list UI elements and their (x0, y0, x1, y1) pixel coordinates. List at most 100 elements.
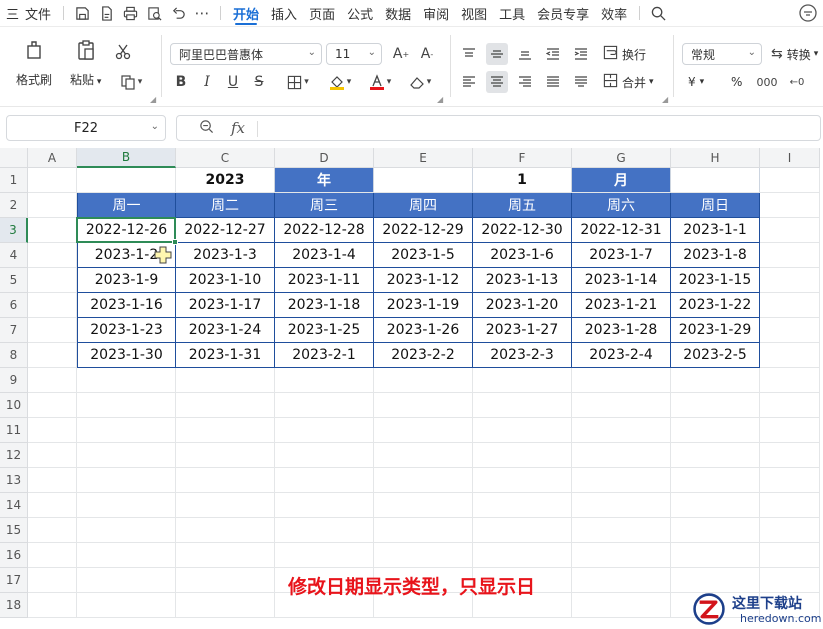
formula-input[interactable]: fx (176, 115, 821, 141)
account-icon[interactable] (799, 4, 817, 22)
cell-h15[interactable] (671, 518, 760, 543)
file-menu[interactable]: 三 文件 (0, 0, 57, 26)
date-cell[interactable]: 2023-1-25 (275, 318, 374, 343)
distributed-icon[interactable] (570, 71, 592, 93)
increase-indent-icon[interactable] (570, 43, 592, 65)
cell-e14[interactable] (374, 493, 473, 518)
tab-insert[interactable]: 插入 (265, 0, 303, 26)
cell-h14[interactable] (671, 493, 760, 518)
cell-g12[interactable] (572, 443, 671, 468)
cell-f14[interactable] (473, 493, 572, 518)
dialog-launcher-icon[interactable]: ◢ (662, 95, 668, 104)
column-header-i[interactable]: I (760, 148, 820, 168)
cell-b16[interactable] (77, 543, 176, 568)
tab-formula[interactable]: 公式 (341, 0, 379, 26)
row-header-9[interactable]: 9 (0, 368, 28, 393)
cell-c11[interactable] (176, 418, 275, 443)
cell-g10[interactable] (572, 393, 671, 418)
row-header-14[interactable]: 14 (0, 493, 28, 518)
row-header-2[interactable]: 2 (0, 193, 28, 218)
spreadsheet-grid[interactable]: A B C D E F G H I 1 2 3 4 5 6 7 8 9 10 11 12 13 14 15 16 17 18 2023… (0, 148, 823, 629)
cell-d15[interactable] (275, 518, 374, 543)
column-header-g[interactable]: G (572, 148, 671, 168)
cell-h9[interactable] (671, 368, 760, 393)
dialog-launcher-icon[interactable]: ◢ (150, 95, 156, 104)
cut-icon[interactable] (112, 41, 134, 63)
cell-i6[interactable] (760, 293, 820, 318)
weekday-header[interactable]: 周日 (671, 193, 760, 218)
cell-i1[interactable] (760, 168, 820, 193)
wrap-text-button[interactable]: 换行 (603, 43, 646, 65)
cell-e12[interactable] (374, 443, 473, 468)
percent-button[interactable]: % (731, 71, 742, 93)
select-all-corner[interactable] (0, 148, 28, 168)
cell-g14[interactable] (572, 493, 671, 518)
cell-c13[interactable] (176, 468, 275, 493)
date-cell[interactable]: 2023-2-5 (671, 343, 760, 368)
copy-button[interactable]: ▾ (114, 71, 148, 93)
tab-tools[interactable]: 工具 (493, 0, 531, 26)
tab-view[interactable]: 视图 (455, 0, 493, 26)
cell-i9[interactable] (760, 368, 820, 393)
fill-color-button[interactable]: ▾ (324, 71, 356, 93)
align-bottom-icon[interactable] (514, 43, 536, 65)
date-cell[interactable]: 2022-12-26 (77, 218, 176, 243)
cell-b12[interactable] (77, 443, 176, 468)
date-cell[interactable]: 2023-1-6 (473, 243, 572, 268)
cell-i7[interactable] (760, 318, 820, 343)
cell-i14[interactable] (760, 493, 820, 518)
cell-f10[interactable] (473, 393, 572, 418)
cell-b15[interactable] (77, 518, 176, 543)
cell-a11[interactable] (28, 418, 77, 443)
convert-button[interactable]: ⇆ 转换 ▾ (771, 43, 818, 65)
cell-d1[interactable]: 年 (275, 168, 374, 193)
cell-a12[interactable] (28, 443, 77, 468)
row-header-7[interactable]: 7 (0, 318, 28, 343)
decrease-indent-icon[interactable] (542, 43, 564, 65)
thousands-separator-icon[interactable]: 000 (756, 71, 778, 93)
tab-efficiency[interactable]: 效率 (595, 0, 633, 26)
date-cell[interactable]: 2023-1-20 (473, 293, 572, 318)
borders-button[interactable]: ▾ (282, 71, 314, 93)
cell-h11[interactable] (671, 418, 760, 443)
row-header-1[interactable]: 1 (0, 168, 28, 193)
cell-i15[interactable] (760, 518, 820, 543)
clear-format-button[interactable]: ▾ (404, 71, 436, 93)
save-icon[interactable] (70, 0, 94, 26)
date-cell[interactable]: 2023-1-23 (77, 318, 176, 343)
cell-a3[interactable] (28, 218, 77, 243)
cell-g9[interactable] (572, 368, 671, 393)
cell-a2[interactable] (28, 193, 77, 218)
row-header-6[interactable]: 6 (0, 293, 28, 318)
align-top-icon[interactable] (458, 43, 480, 65)
cell-f16[interactable] (473, 543, 572, 568)
date-cell[interactable]: 2023-1-15 (671, 268, 760, 293)
cell-d16[interactable] (275, 543, 374, 568)
italic-icon[interactable]: I (196, 71, 218, 93)
row-header-3[interactable]: 3 (0, 218, 28, 243)
cell-e1[interactable] (374, 168, 473, 193)
cell-a6[interactable] (28, 293, 77, 318)
row-header-11[interactable]: 11 (0, 418, 28, 443)
date-cell[interactable]: 2022-12-28 (275, 218, 374, 243)
row-header-16[interactable]: 16 (0, 543, 28, 568)
date-cell[interactable]: 2023-1-31 (176, 343, 275, 368)
increase-font-icon[interactable]: A + (390, 43, 412, 65)
cell-b9[interactable] (77, 368, 176, 393)
cell-f12[interactable] (473, 443, 572, 468)
search-icon[interactable] (646, 0, 670, 26)
print-preview-icon[interactable] (142, 0, 166, 26)
tab-member[interactable]: 会员专享 (531, 0, 595, 26)
cell-e10[interactable] (374, 393, 473, 418)
cell-a15[interactable] (28, 518, 77, 543)
more-icon[interactable]: ⋯ (190, 0, 214, 26)
cell-a7[interactable] (28, 318, 77, 343)
date-cell[interactable]: 2023-1-9 (77, 268, 176, 293)
date-cell[interactable]: 2023-1-22 (671, 293, 760, 318)
date-cell[interactable]: 2023-1-4 (275, 243, 374, 268)
weekday-header[interactable]: 周五 (473, 193, 572, 218)
date-cell[interactable]: 2023-1-11 (275, 268, 374, 293)
cell-c10[interactable] (176, 393, 275, 418)
column-header-d[interactable]: D (275, 148, 374, 168)
row-header-4[interactable]: 4 (0, 243, 28, 268)
